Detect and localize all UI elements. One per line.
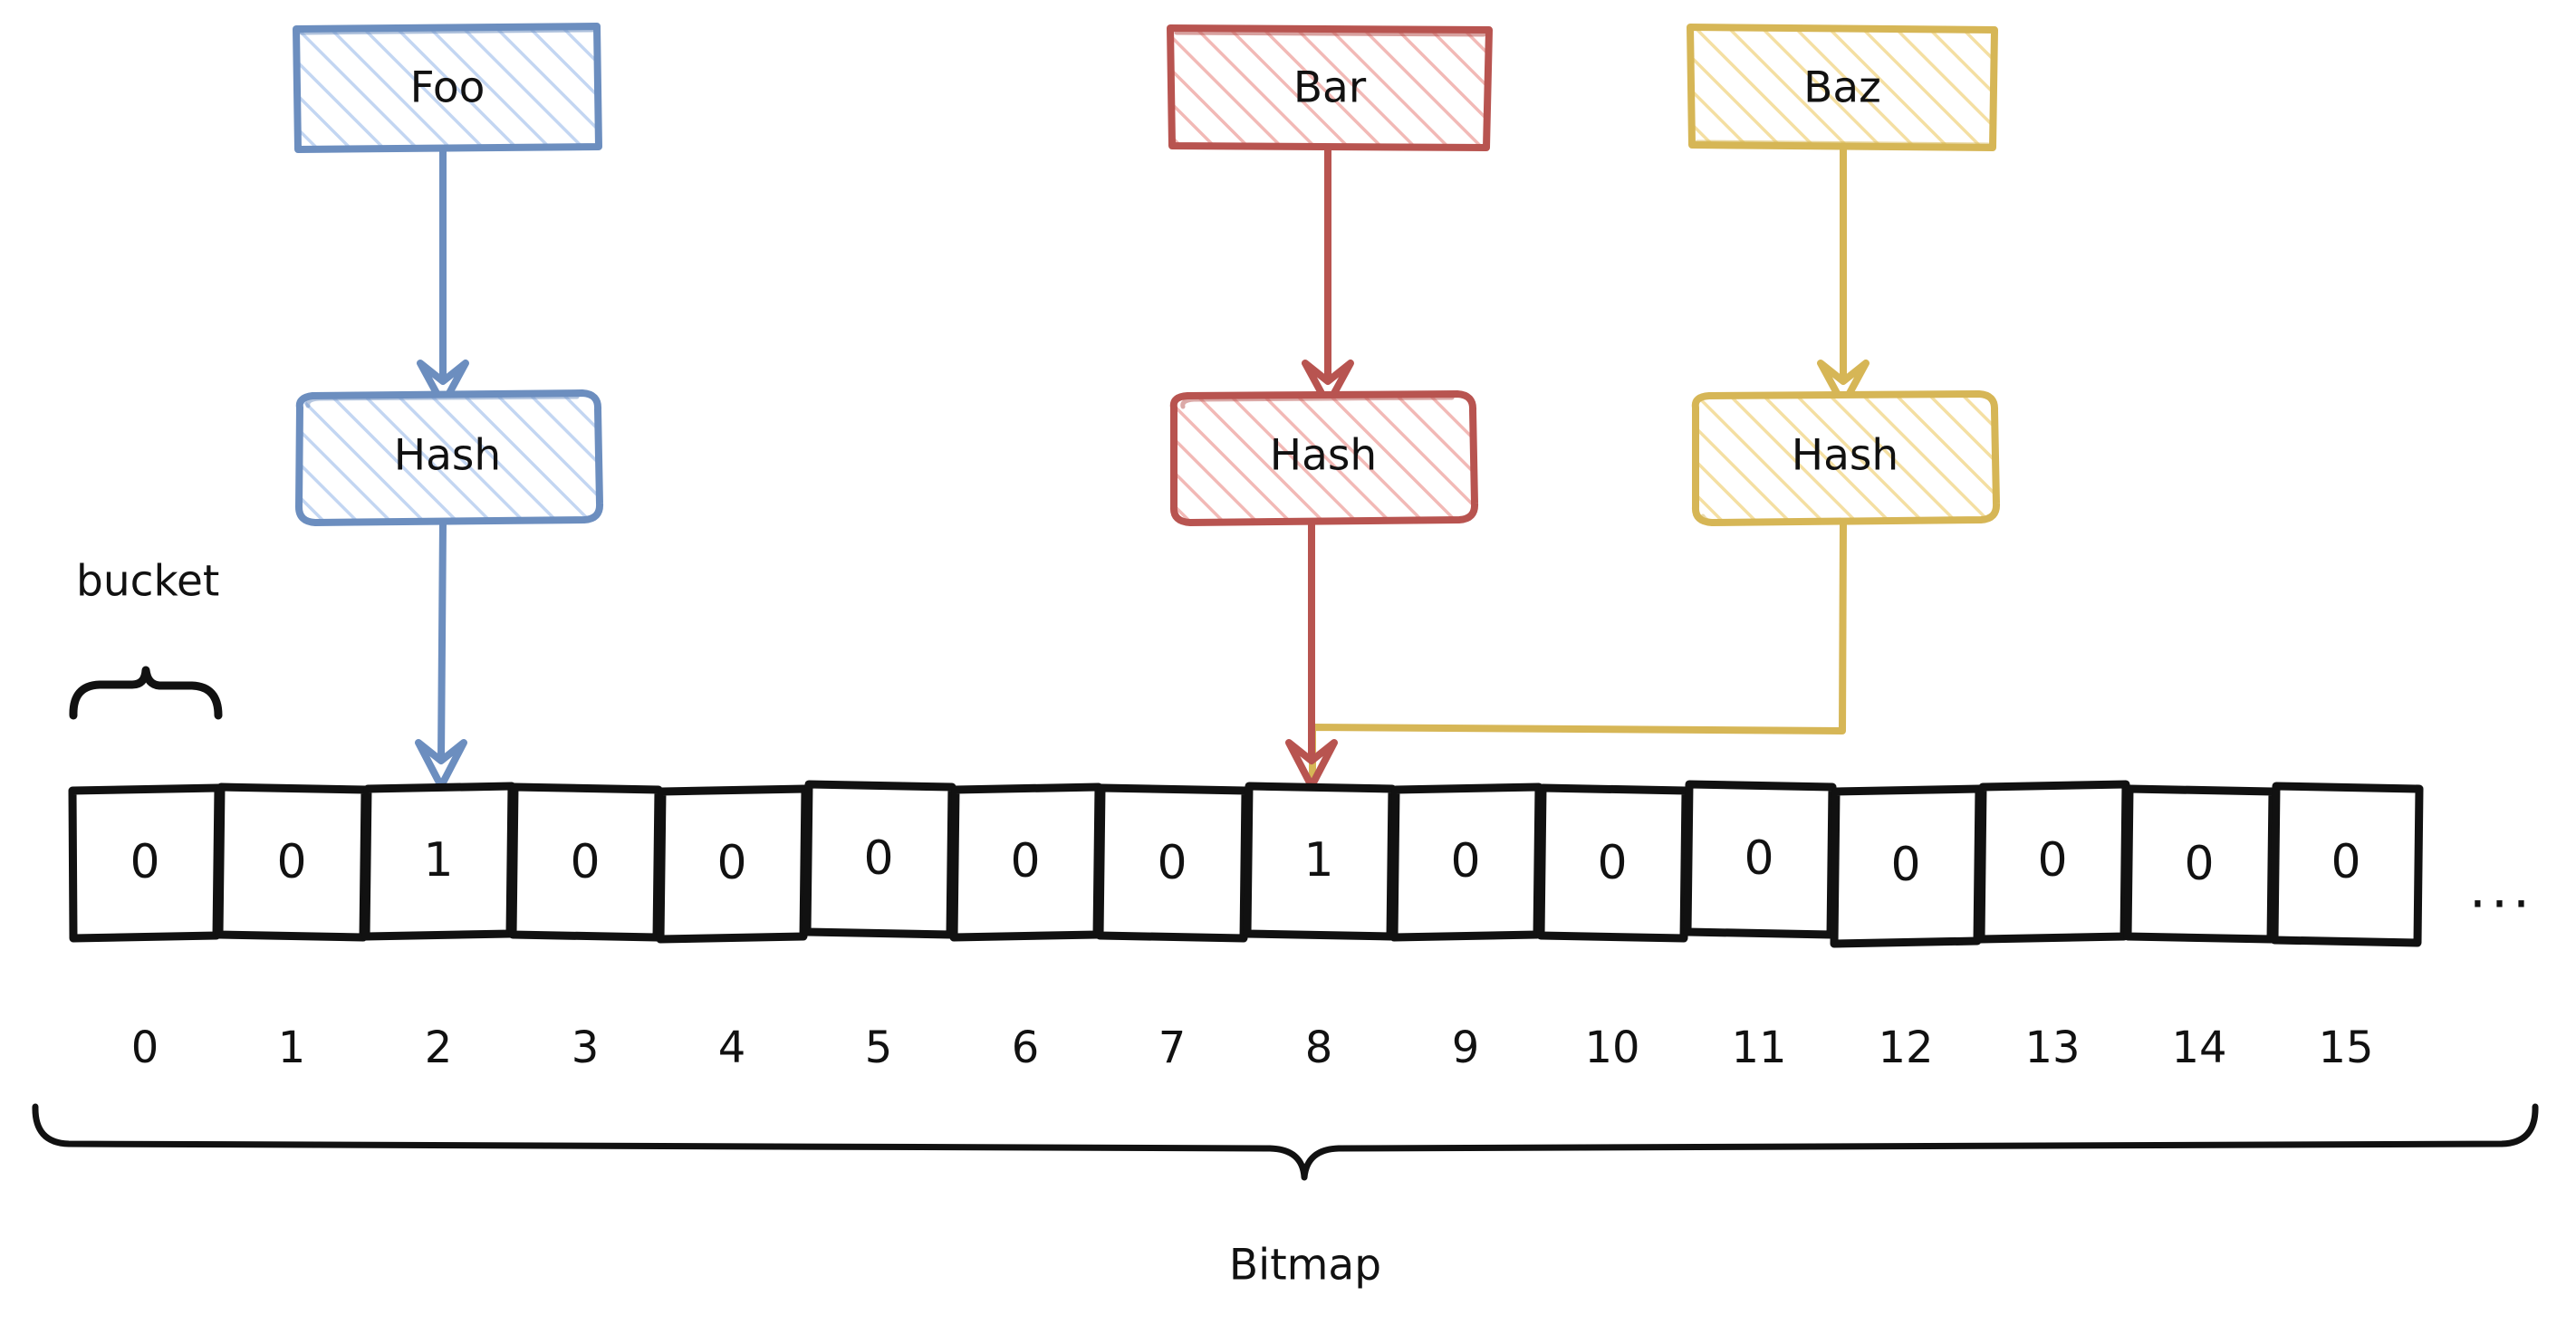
- bitmap-cell[interactable]: 0: [2270, 782, 2424, 947]
- bitmap-brace-annotation: Bitmap: [32, 1103, 2539, 1291]
- bitmap-index-label: 8: [1305, 1022, 1333, 1073]
- bitmap-cell-value: 0: [570, 835, 600, 889]
- input-box-bar-sketch-overstroke: [1174, 30, 1486, 37]
- hash-node-bar-label: Hash: [1270, 431, 1377, 481]
- bitmap-cell-value: 0: [863, 831, 893, 886]
- bitmap-cell[interactable]: 0: [1830, 784, 1984, 948]
- connector-hash-foo-to-bucket-line: [437, 519, 447, 763]
- bitmap-brace-icon: [32, 1103, 2539, 1181]
- bitmap-cell[interactable]: 0: [2123, 784, 2277, 944]
- hash-node-baz-label: Hash: [1792, 431, 1898, 481]
- bitmap-cell-value: 1: [1303, 833, 1333, 888]
- hash-node-baz[interactable]: Hash: [1691, 390, 2001, 526]
- input-box-foo-label: Foo: [410, 63, 485, 113]
- bitmap-cell[interactable]: 0: [1389, 782, 1543, 942]
- bitmap-cell-value: 0: [1157, 836, 1187, 890]
- bitmap-index-label: 11: [1731, 1022, 1786, 1073]
- bitmap-cell[interactable]: 0: [68, 783, 223, 943]
- bucket-annotation-label: bucket: [76, 557, 219, 607]
- bitmap-index-label: 5: [865, 1022, 893, 1073]
- bitmap-index-label: 10: [1584, 1022, 1639, 1073]
- bitmap-index-label: 3: [572, 1022, 600, 1073]
- bitmap-cells: 0 0 1 0 0 0 0 0 1 0 0 0 0 0 0 0: [68, 780, 2424, 948]
- bitmap-index-label: 12: [1878, 1022, 1933, 1073]
- hash-node-bar[interactable]: Hash: [1169, 390, 1479, 526]
- bitmap-cell-value: 0: [716, 836, 746, 890]
- bitmap-index-label: 15: [2318, 1022, 2373, 1073]
- bitmap-cell[interactable]: 0: [1683, 780, 1837, 939]
- bitmap-cell-value: 0: [2331, 835, 2360, 889]
- bucket-annotation: bucket: [69, 557, 223, 720]
- bitmap-caption: Bitmap: [1229, 1241, 1381, 1291]
- connector-bar-to-hash: [1302, 144, 1354, 408]
- connector-baz-to-hash: [1817, 144, 1870, 408]
- connector-hash-bar-to-bucket: [1285, 519, 1338, 790]
- bitmap-index-label: 1: [278, 1022, 306, 1073]
- bitmap-cell-value: 0: [1890, 838, 1920, 892]
- input-box-bar[interactable]: Bar: [1167, 24, 1493, 151]
- bitmap-index-label: 6: [1012, 1022, 1040, 1073]
- bitmap-index-label: 2: [425, 1022, 453, 1073]
- connector-hash-baz-to-bucket-line: [1309, 519, 1847, 790]
- bitmap-cell-value: 0: [1744, 831, 1773, 886]
- bitmap-overflow-ellipsis: ...: [2469, 858, 2534, 921]
- bitmap-cell[interactable]: 1: [361, 782, 516, 941]
- bitmap-cell-value: 0: [1450, 834, 1480, 888]
- bitmap-cell[interactable]: 0: [215, 782, 370, 942]
- bucket-brace-icon: [69, 666, 223, 720]
- bitmap-cell[interactable]: 0: [656, 784, 810, 944]
- input-box-baz-label: Baz: [1803, 63, 1881, 113]
- bitmap-cell[interactable]: 0: [1976, 780, 2130, 944]
- bitmap-index-label: 4: [718, 1022, 746, 1073]
- bitmap-cell[interactable]: 0: [803, 780, 956, 939]
- hash-node-foo-label: Hash: [394, 431, 501, 481]
- bitmap-index-label: 0: [131, 1022, 159, 1073]
- diagram-canvas: Foo Bar Baz Hash Hash Hash bucket 0 0 1 …: [0, 0, 2576, 1344]
- connector-foo-to-hash: [417, 146, 469, 408]
- bitmap-cell-value: 1: [423, 833, 453, 888]
- bitmap-cell-value: 0: [1010, 834, 1040, 888]
- bitmap-cell-value: 0: [2037, 833, 2067, 888]
- bitmap-index-labels: 0 1 2 3 4 5 6 7 8 9 10 11 12 13 14 15: [131, 1022, 2374, 1073]
- bitmap-cell-value: 0: [2184, 837, 2214, 891]
- connector-hash-foo-to-bucket: [415, 519, 467, 790]
- hash-node-foo[interactable]: Hash: [295, 389, 604, 526]
- bitmap-cell[interactable]: 0: [508, 782, 663, 942]
- bitmap-index-label: 13: [2024, 1022, 2080, 1073]
- bitmap-cell-value: 0: [1597, 836, 1627, 890]
- bitmap-cell[interactable]: 0: [949, 782, 1103, 942]
- bitmap-cell[interactable]: 0: [1536, 783, 1690, 943]
- bitmap-index-label: 9: [1452, 1022, 1480, 1073]
- bitmap-index-label: 7: [1158, 1022, 1187, 1073]
- input-box-foo[interactable]: Foo: [293, 23, 602, 153]
- bitmap-cell-value: 0: [130, 835, 159, 889]
- input-box-baz[interactable]: Baz: [1687, 24, 1998, 151]
- bitmap-cell[interactable]: 0: [1095, 783, 1250, 943]
- connector-hash-baz-to-bucket: [1309, 519, 1847, 790]
- input-box-bar-label: Bar: [1293, 63, 1367, 113]
- bitmap-index-label: 14: [2171, 1022, 2226, 1073]
- bitmap-cell-value: 0: [276, 835, 306, 889]
- bitmap-cell[interactable]: 1: [1243, 782, 1397, 941]
- input-box-foo-sketch-overstroke: [299, 27, 596, 35]
- bloom-filter-diagram: Foo Bar Baz Hash Hash Hash bucket 0 0 1 …: [32, 23, 2539, 1291]
